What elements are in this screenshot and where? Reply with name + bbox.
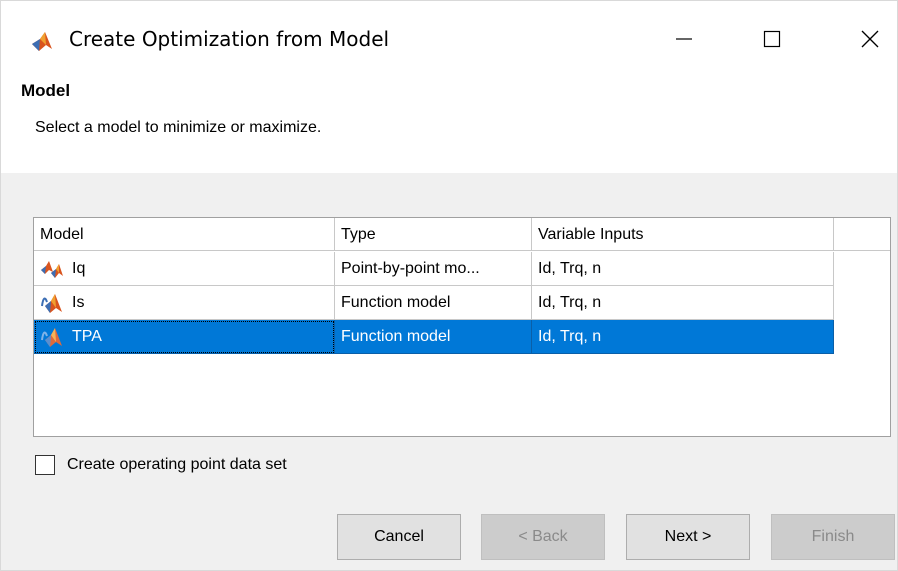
model-cell: Is — [34, 286, 335, 320]
model-cell: Iq — [34, 252, 335, 286]
dialog-window: Create Optimization from Model Model Sel… — [0, 0, 898, 571]
column-header-filler — [834, 218, 890, 251]
page-header: Model Select a model to minimize or maxi… — [1, 69, 897, 173]
table-row[interactable]: Is Function model Id, Trq, n — [34, 286, 834, 320]
back-button[interactable]: < Back — [481, 514, 605, 560]
matlab-icon — [32, 32, 52, 51]
model-name: TPA — [72, 328, 102, 345]
column-header-variable-inputs[interactable]: Variable Inputs — [532, 218, 834, 251]
finish-button[interactable]: Finish — [771, 514, 895, 560]
table-header: Model Type Variable Inputs — [34, 218, 890, 252]
window-title: Create Optimization from Model — [69, 27, 390, 51]
model-cell: TPA — [34, 320, 335, 354]
next-button[interactable]: Next > — [626, 514, 750, 560]
type-cell: Function model — [335, 320, 532, 354]
maximize-button[interactable] — [749, 21, 795, 57]
column-header-type[interactable]: Type — [335, 218, 532, 251]
operating-point-option[interactable]: Create operating point data set — [35, 452, 287, 478]
maximize-icon — [763, 30, 781, 48]
title-bar[interactable]: Create Optimization from Model — [1, 1, 897, 69]
inputs-cell: Id, Trq, n — [532, 320, 834, 354]
function-model-icon — [41, 328, 62, 347]
close-button[interactable] — [847, 21, 893, 57]
table-row[interactable]: Iq Point-by-point mo... Id, Trq, n — [34, 252, 834, 286]
column-header-model[interactable]: Model — [34, 218, 335, 251]
model-name: Iq — [72, 260, 86, 277]
model-name: Is — [72, 294, 85, 311]
page-subtitle: Select a model to minimize or maximize. — [35, 119, 322, 136]
cancel-button[interactable]: Cancel — [337, 514, 461, 560]
function-model-icon — [41, 294, 62, 313]
type-cell: Function model — [335, 286, 532, 320]
model-table[interactable]: Model Type Variable Inputs Iq Point-by-p… — [33, 217, 891, 437]
minimize-icon — [676, 38, 692, 40]
inputs-cell: Id, Trq, n — [532, 286, 834, 320]
close-icon — [861, 30, 879, 48]
type-cell: Point-by-point mo... — [335, 252, 532, 286]
operating-point-checkbox-label[interactable]: Create operating point data set — [67, 456, 287, 474]
inputs-cell: Id, Trq, n — [532, 252, 834, 286]
point-by-point-model-icon — [41, 261, 63, 278]
minimize-button[interactable] — [661, 21, 707, 57]
operating-point-checkbox[interactable] — [35, 455, 55, 475]
table-row-selected[interactable]: TPA Function model Id, Trq, n — [34, 320, 834, 354]
page-title: Model — [21, 81, 71, 100]
